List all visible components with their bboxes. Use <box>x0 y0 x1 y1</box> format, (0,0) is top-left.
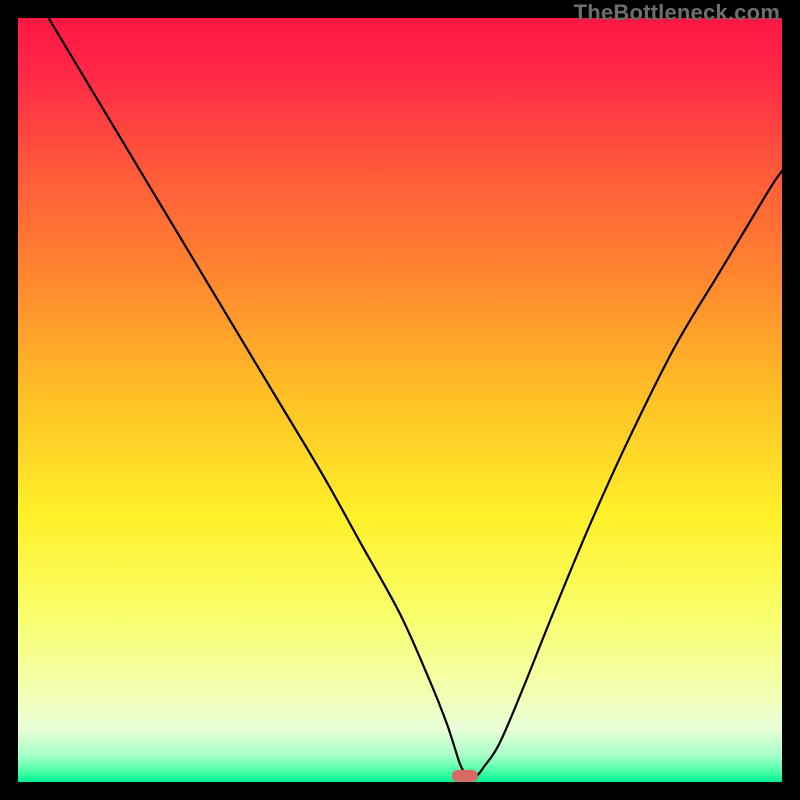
watermark-text: TheBottleneck.com <box>574 0 780 26</box>
gradient-background <box>18 18 782 782</box>
chart-svg <box>18 18 782 782</box>
plot-area <box>18 18 782 782</box>
chart-frame: TheBottleneck.com <box>0 0 800 800</box>
optimal-point-marker <box>452 770 478 782</box>
